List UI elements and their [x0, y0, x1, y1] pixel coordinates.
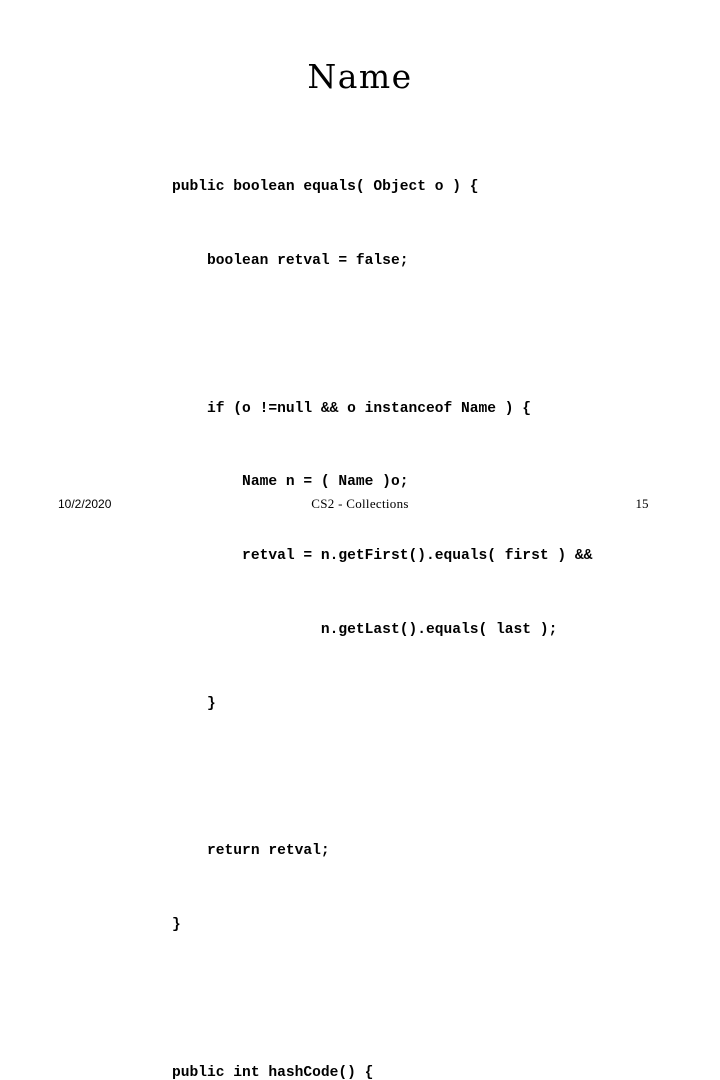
- page-title: Name: [307, 57, 413, 96]
- code-line: public int hashCode() {: [172, 1064, 374, 1080]
- code-line: }: [172, 695, 216, 712]
- code-line: Name n = ( Name )o;: [172, 474, 409, 491]
- code-block: public boolean equals( Object o ) { bool…: [172, 126, 702, 1080]
- footer-date: 10/2/2020: [58, 497, 112, 511]
- code-line: boolean retval = false;: [172, 252, 409, 269]
- code-line: n.getLast().equals( last );: [172, 621, 558, 638]
- code-line: public boolean equals( Object o ) {: [172, 179, 479, 196]
- code-line: }: [172, 917, 181, 933]
- code-line: retval = n.getFirst().equals( first ) &&: [172, 548, 593, 565]
- footer-course-title: CS2 - Collections: [311, 496, 409, 511]
- footer-page-number: 15: [635, 496, 649, 511]
- slide: Name public boolean equals( Object o ) {…: [0, 0, 720, 1080]
- code-line: return retval;: [172, 843, 330, 860]
- code-line: if (o !=null && o instanceof Name ) {: [172, 400, 532, 417]
